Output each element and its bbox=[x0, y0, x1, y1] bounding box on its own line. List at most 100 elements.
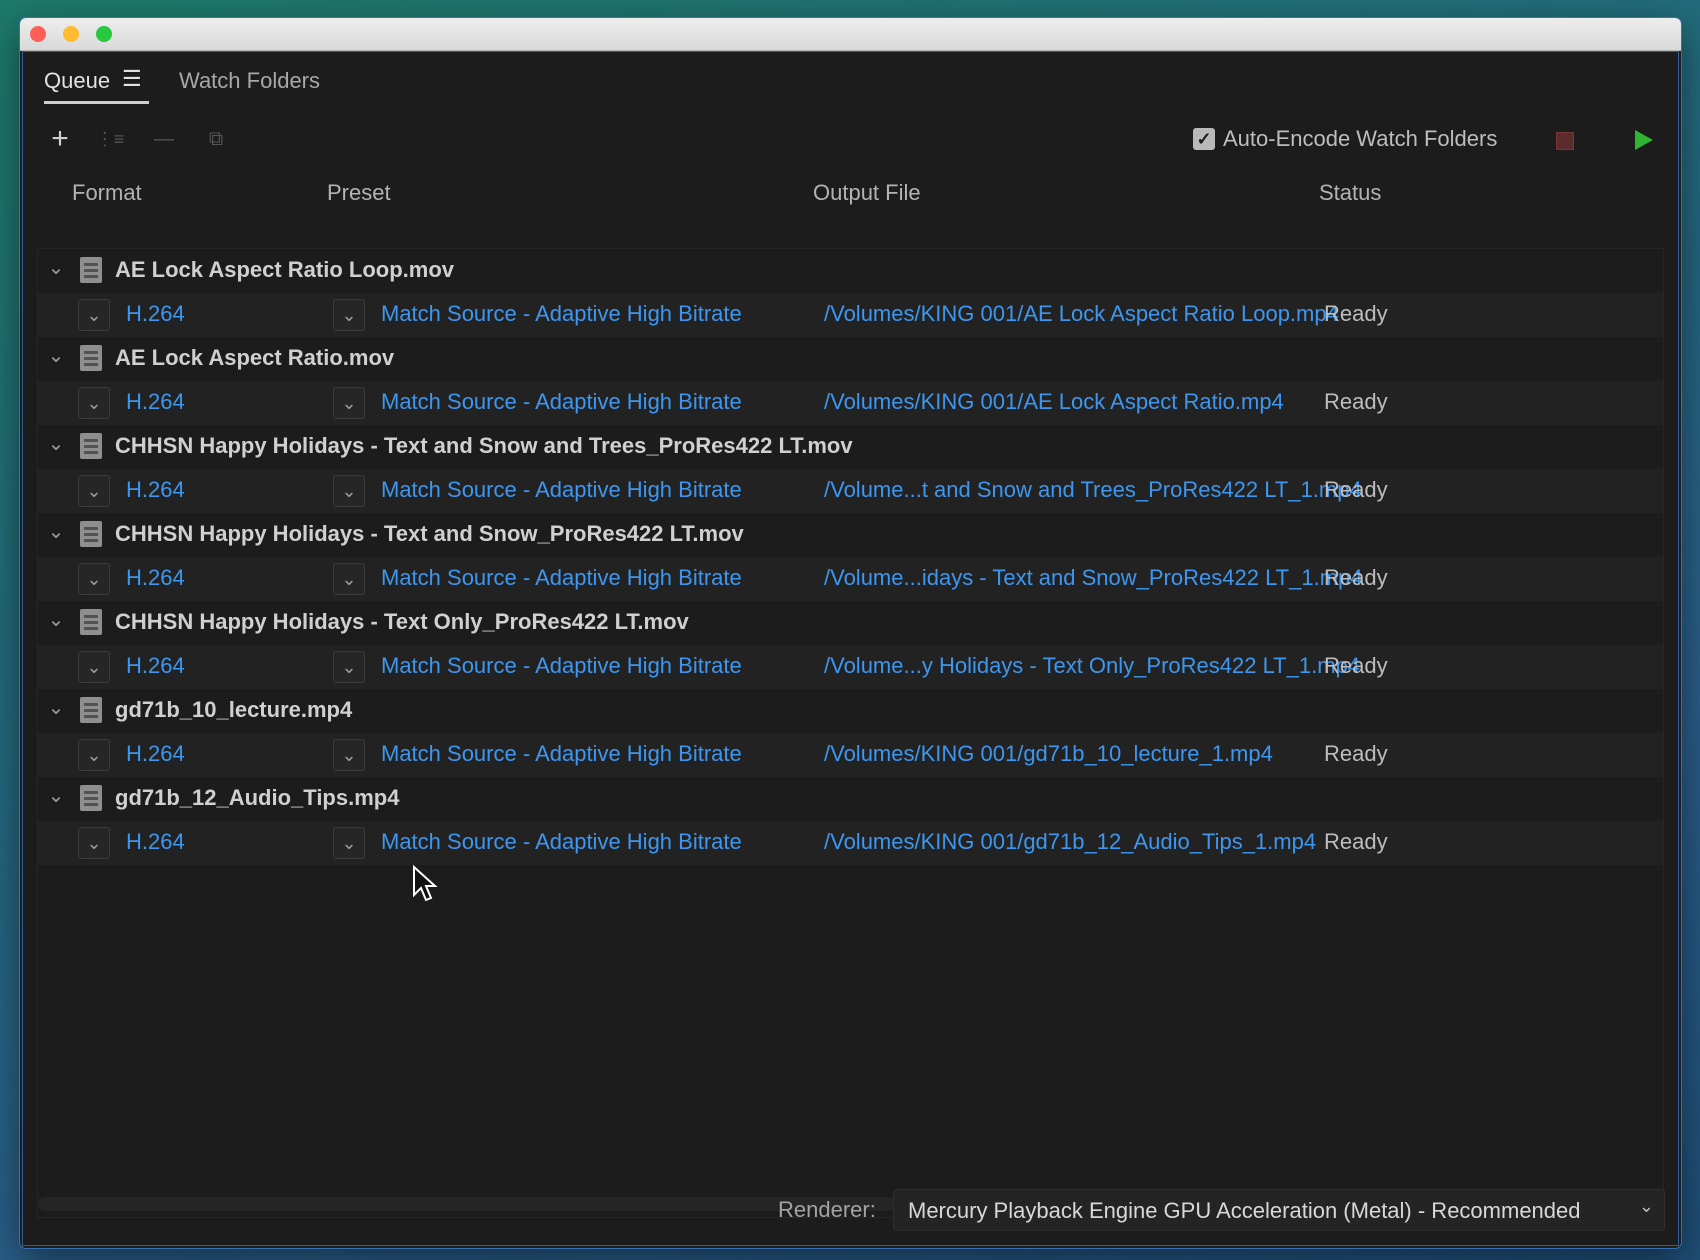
status-label: Ready bbox=[1324, 741, 1388, 766]
duplicate-icon[interactable]: ⧉ bbox=[201, 124, 231, 154]
preset-link[interactable]: Match Source - Adaptive High Bitrate bbox=[381, 653, 742, 679]
output-file-link[interactable]: /Volumes/KING 001/AE Lock Aspect Ratio L… bbox=[824, 301, 1339, 327]
output-row[interactable]: ⌄ H.264 ⌄ Match Source - Adaptive High B… bbox=[38, 381, 1663, 425]
start-queue-icon[interactable] bbox=[1635, 130, 1653, 150]
preset-dropdown-chevron-icon[interactable]: ⌄ bbox=[333, 299, 365, 331]
film-file-icon bbox=[80, 785, 102, 811]
output-file-link[interactable]: /Volume...t and Snow and Trees_ProRes422… bbox=[824, 477, 1362, 503]
hamburger-menu-icon[interactable]: ☰ bbox=[122, 66, 142, 92]
source-row[interactable]: ⌄ CHHSN Happy Holidays - Text and Snow_P… bbox=[38, 513, 1663, 557]
output-file-link[interactable]: /Volume...y Holidays - Text Only_ProRes4… bbox=[824, 653, 1360, 679]
queue-list: ⌄ AE Lock Aspect Ratio Loop.mov ⌄ H.264 … bbox=[37, 248, 1664, 1218]
output-file-link[interactable]: /Volume...idays - Text and Snow_ProRes42… bbox=[824, 565, 1362, 591]
format-link[interactable]: H.264 bbox=[126, 565, 185, 591]
tab-watch-folders[interactable]: Watch Folders bbox=[179, 68, 320, 94]
format-dropdown-chevron-icon[interactable]: ⌄ bbox=[78, 299, 110, 331]
source-file-name: CHHSN Happy Holidays - Text and Snow_Pro… bbox=[115, 521, 744, 546]
queue-item: ⌄ CHHSN Happy Holidays - Text Only_ProRe… bbox=[38, 601, 1663, 689]
header-preset[interactable]: Preset bbox=[327, 180, 391, 206]
format-link[interactable]: H.264 bbox=[126, 653, 185, 679]
preset-dropdown-chevron-icon[interactable]: ⌄ bbox=[333, 475, 365, 507]
format-link[interactable]: H.264 bbox=[126, 301, 185, 327]
header-format[interactable]: Format bbox=[72, 180, 142, 206]
panel-tabs: Queue ☰ Watch Folders bbox=[23, 52, 1678, 108]
film-file-icon bbox=[80, 433, 102, 459]
queue-item: ⌄ AE Lock Aspect Ratio.mov ⌄ H.264 ⌄ Mat… bbox=[38, 337, 1663, 425]
chevron-down-icon[interactable]: ⌄ bbox=[44, 783, 68, 808]
output-row[interactable]: ⌄ H.264 ⌄ Match Source - Adaptive High B… bbox=[38, 733, 1663, 777]
format-dropdown-chevron-icon[interactable]: ⌄ bbox=[78, 563, 110, 595]
format-dropdown-chevron-icon[interactable]: ⌄ bbox=[78, 651, 110, 683]
preset-dropdown-chevron-icon[interactable]: ⌄ bbox=[333, 827, 365, 859]
source-row[interactable]: ⌄ gd71b_12_Audio_Tips.mp4 bbox=[38, 777, 1663, 821]
output-row[interactable]: ⌄ H.264 ⌄ Match Source - Adaptive High B… bbox=[38, 293, 1663, 337]
preset-dropdown-chevron-icon[interactable]: ⌄ bbox=[333, 651, 365, 683]
source-row[interactable]: ⌄ gd71b_10_lecture.mp4 bbox=[38, 689, 1663, 733]
chevron-down-icon[interactable]: ⌄ bbox=[1639, 1196, 1654, 1217]
format-dropdown-chevron-icon[interactable]: ⌄ bbox=[78, 827, 110, 859]
add-source-icon[interactable]: + bbox=[45, 122, 75, 155]
format-dropdown-chevron-icon[interactable]: ⌄ bbox=[78, 739, 110, 771]
renderer-label: Renderer: bbox=[778, 1197, 876, 1222]
header-output-file[interactable]: Output File bbox=[813, 180, 921, 206]
format-link[interactable]: H.264 bbox=[126, 829, 185, 855]
source-file-name: gd71b_10_lecture.mp4 bbox=[115, 697, 353, 722]
media-encoder-window: Queue ☰ Watch Folders + ⋮≡ — ⧉ ✓ Auto-En… bbox=[20, 18, 1681, 1248]
header-status[interactable]: Status bbox=[1319, 180, 1381, 206]
output-row[interactable]: ⌄ H.264 ⌄ Match Source - Adaptive High B… bbox=[38, 821, 1663, 865]
tab-queue[interactable]: Queue bbox=[44, 68, 110, 94]
chevron-down-icon[interactable]: ⌄ bbox=[44, 695, 68, 720]
stop-queue-icon[interactable] bbox=[1556, 132, 1574, 150]
output-file-link[interactable]: /Volumes/KING 001/AE Lock Aspect Ratio.m… bbox=[824, 389, 1284, 415]
preset-dropdown-chevron-icon[interactable]: ⌄ bbox=[333, 739, 365, 771]
source-file-name: AE Lock Aspect Ratio Loop.mov bbox=[115, 257, 455, 282]
preset-link[interactable]: Match Source - Adaptive High Bitrate bbox=[381, 301, 742, 327]
queue-item: ⌄ AE Lock Aspect Ratio Loop.mov ⌄ H.264 … bbox=[38, 249, 1663, 337]
auto-encode-label: Auto-Encode Watch Folders bbox=[1223, 126, 1498, 151]
minimize-window-button[interactable] bbox=[63, 26, 79, 42]
chevron-down-icon[interactable]: ⌄ bbox=[44, 519, 68, 544]
preset-link[interactable]: Match Source - Adaptive High Bitrate bbox=[381, 477, 742, 503]
auto-encode-toggle[interactable]: ✓ Auto-Encode Watch Folders bbox=[1193, 126, 1497, 152]
output-file-link[interactable]: /Volumes/KING 001/gd71b_10_lecture_1.mp4 bbox=[824, 741, 1273, 767]
output-row[interactable]: ⌄ H.264 ⌄ Match Source - Adaptive High B… bbox=[38, 469, 1663, 513]
preset-link[interactable]: Match Source - Adaptive High Bitrate bbox=[381, 741, 742, 767]
source-file-name: CHHSN Happy Holidays - Text Only_ProRes4… bbox=[115, 609, 689, 634]
status-label: Ready bbox=[1324, 565, 1388, 590]
renderer-select[interactable]: Mercury Playback Engine GPU Acceleration… bbox=[893, 1189, 1665, 1231]
format-link[interactable]: H.264 bbox=[126, 477, 185, 503]
output-row[interactable]: ⌄ H.264 ⌄ Match Source - Adaptive High B… bbox=[38, 645, 1663, 689]
preset-link[interactable]: Match Source - Adaptive High Bitrate bbox=[381, 829, 742, 855]
format-link[interactable]: H.264 bbox=[126, 741, 185, 767]
queue-item: ⌄ gd71b_10_lecture.mp4 ⌄ H.264 ⌄ Match S… bbox=[38, 689, 1663, 777]
format-link[interactable]: H.264 bbox=[126, 389, 185, 415]
source-row[interactable]: ⌄ CHHSN Happy Holidays - Text and Snow a… bbox=[38, 425, 1663, 469]
remove-icon[interactable]: — bbox=[149, 124, 179, 154]
auto-encode-checkbox[interactable]: ✓ bbox=[1193, 128, 1215, 150]
chevron-down-icon[interactable]: ⌄ bbox=[44, 431, 68, 456]
add-output-icon[interactable]: ⋮≡ bbox=[95, 124, 125, 154]
preset-dropdown-chevron-icon[interactable]: ⌄ bbox=[333, 563, 365, 595]
film-file-icon bbox=[80, 697, 102, 723]
film-file-icon bbox=[80, 345, 102, 371]
status-label: Ready bbox=[1324, 477, 1388, 502]
queue-item: ⌄ CHHSN Happy Holidays - Text and Snow a… bbox=[38, 425, 1663, 513]
preset-link[interactable]: Match Source - Adaptive High Bitrate bbox=[381, 389, 742, 415]
preset-dropdown-chevron-icon[interactable]: ⌄ bbox=[333, 387, 365, 419]
format-dropdown-chevron-icon[interactable]: ⌄ bbox=[78, 475, 110, 507]
column-headers: Format Preset Output File Status bbox=[23, 174, 1678, 214]
chevron-down-icon[interactable]: ⌄ bbox=[44, 255, 68, 280]
zoom-window-button[interactable] bbox=[96, 26, 112, 42]
chevron-down-icon[interactable]: ⌄ bbox=[44, 607, 68, 632]
source-row[interactable]: ⌄ CHHSN Happy Holidays - Text Only_ProRe… bbox=[38, 601, 1663, 645]
film-file-icon bbox=[80, 609, 102, 635]
source-row[interactable]: ⌄ AE Lock Aspect Ratio.mov bbox=[38, 337, 1663, 381]
output-row[interactable]: ⌄ H.264 ⌄ Match Source - Adaptive High B… bbox=[38, 557, 1663, 601]
close-window-button[interactable] bbox=[30, 26, 46, 42]
chevron-down-icon[interactable]: ⌄ bbox=[44, 343, 68, 368]
format-dropdown-chevron-icon[interactable]: ⌄ bbox=[78, 387, 110, 419]
queue-item: ⌄ gd71b_12_Audio_Tips.mp4 ⌄ H.264 ⌄ Matc… bbox=[38, 777, 1663, 865]
output-file-link[interactable]: /Volumes/KING 001/gd71b_12_Audio_Tips_1.… bbox=[824, 829, 1316, 855]
source-row[interactable]: ⌄ AE Lock Aspect Ratio Loop.mov bbox=[38, 249, 1663, 293]
preset-link[interactable]: Match Source - Adaptive High Bitrate bbox=[381, 565, 742, 591]
